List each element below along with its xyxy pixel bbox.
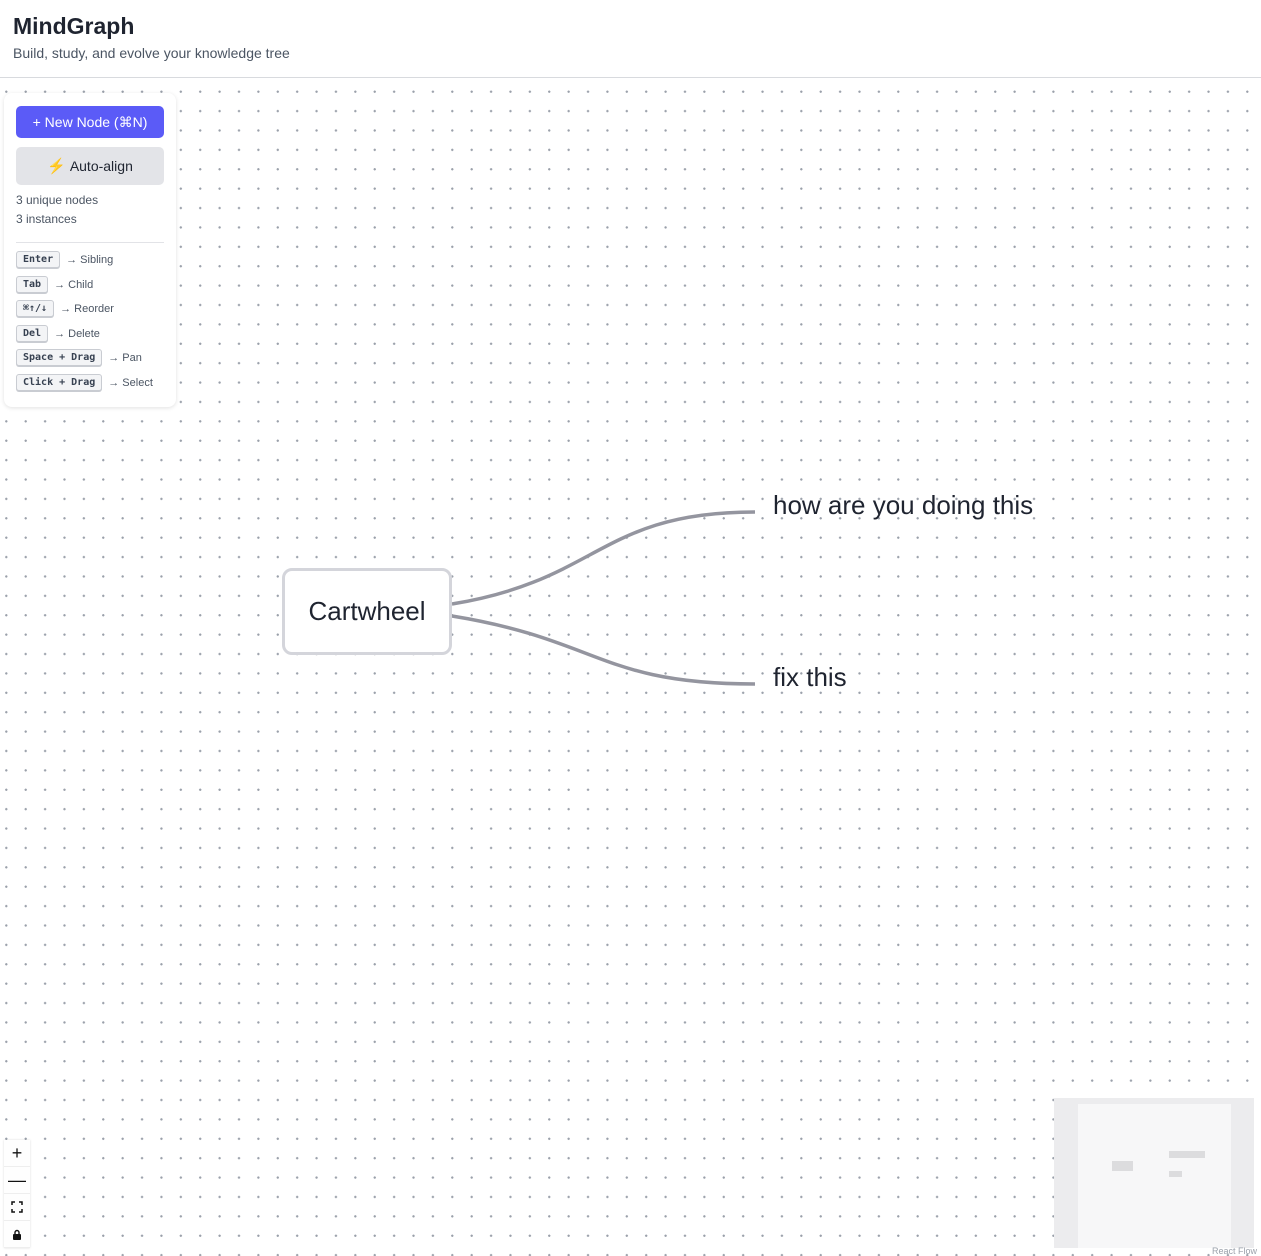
auto-align-label: Auto-align [69, 158, 133, 174]
shortcut-key: Click + Drag [16, 374, 103, 391]
app-header: MindGraph Build, study, and evolve your … [0, 0, 1261, 78]
shortcut-action: → Pan [108, 351, 142, 364]
shortcut-key: Space + Drag [16, 349, 103, 366]
child-node[interactable]: fix this [773, 662, 847, 693]
graph-canvas[interactable] [0, 79, 1261, 1256]
lock-icon [13, 1229, 21, 1240]
new-node-button[interactable]: + New Node (⌘N) [16, 106, 164, 138]
minimap-node [1169, 1171, 1182, 1177]
shortcut-action: → Sibling [66, 253, 114, 266]
zoom-in-button[interactable]: + [4, 1140, 30, 1167]
toolbar-panel: + New Node (⌘N) ⚡ Auto-align 3 unique no… [4, 93, 176, 407]
child-node[interactable]: how are you doing this [773, 490, 1033, 521]
lightning-icon: ⚡ [47, 158, 66, 175]
attribution-link[interactable]: React Flow [1212, 1246, 1257, 1256]
auto-align-button[interactable]: ⚡ Auto-align [16, 147, 164, 185]
unique-nodes-count: 3 unique nodes [16, 193, 99, 207]
shortcut-select: Click + Drag → Select [16, 374, 153, 391]
shortcut-key: Del [16, 325, 49, 342]
root-node[interactable]: Cartwheel [282, 568, 452, 655]
shortcut-sibling: Enter → Sibling [16, 251, 113, 268]
panel-divider [16, 242, 164, 243]
lock-button[interactable] [4, 1221, 30, 1248]
minimap-node [1112, 1161, 1133, 1171]
instances-count: 3 instances [16, 212, 77, 226]
shortcut-key: Tab [16, 276, 49, 293]
zoom-controls: + — [4, 1140, 30, 1248]
shortcut-action: → Child [54, 278, 94, 291]
shortcut-action: → Reorder [60, 302, 114, 315]
zoom-out-button[interactable]: — [4, 1167, 30, 1194]
fit-view-button[interactable] [4, 1194, 30, 1221]
shortcut-key: ⌘↑/↓ [16, 300, 55, 317]
minimap-node [1169, 1151, 1205, 1158]
shortcut-action: → Delete [54, 327, 100, 340]
shortcut-pan: Space + Drag → Pan [16, 349, 142, 366]
minimap-viewport[interactable] [1078, 1104, 1231, 1248]
app-title: MindGraph [13, 13, 135, 39]
shortcut-child: Tab → Child [16, 276, 93, 293]
shortcut-delete: Del → Delete [16, 325, 100, 342]
shortcut-action: → Select [108, 376, 153, 389]
minimap[interactable] [1054, 1098, 1254, 1248]
shortcut-reorder: ⌘↑/↓ → Reorder [16, 300, 114, 317]
fit-view-icon [11, 1201, 23, 1213]
shortcut-key: Enter [16, 251, 61, 268]
app-subtitle: Build, study, and evolve your knowledge … [13, 45, 290, 61]
root-node-label: Cartwheel [308, 596, 426, 626]
